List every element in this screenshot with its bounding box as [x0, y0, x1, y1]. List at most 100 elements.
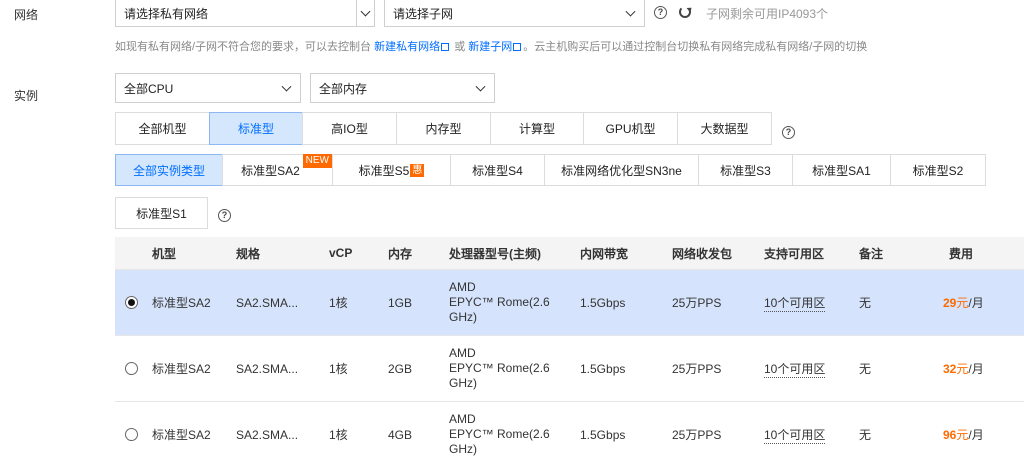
pps-cell: 25万PPS	[672, 296, 722, 310]
row-radio[interactable]	[125, 428, 138, 441]
tab-type-s2[interactable]: 标准型S2	[890, 154, 986, 186]
pps-cell: 25万PPS	[672, 428, 722, 442]
discount-badge: 惠	[410, 163, 425, 177]
price-value: 96	[943, 428, 957, 442]
tab-type-s4[interactable]: 标准型S4	[450, 154, 545, 186]
tab-label: 标准型	[237, 122, 274, 136]
price-period: /月	[968, 428, 984, 442]
chevron-down-icon	[475, 81, 486, 92]
external-link-icon	[441, 43, 450, 51]
bandwidth-cell: 1.5Gbps	[580, 295, 626, 310]
zone-link[interactable]: 10个可用区	[764, 294, 826, 312]
tab-label: 计算型	[518, 122, 555, 136]
tab-label: 标准型S4	[472, 163, 523, 178]
price-period: /月	[968, 296, 984, 310]
subnet-select-value: 请选择子网	[393, 6, 454, 21]
create-subnet-link[interactable]: 新建子网	[468, 41, 523, 53]
chevron-down-icon	[281, 81, 292, 92]
tab-label: 大数据型	[700, 122, 749, 136]
column-header: 处理器型号(主频)	[449, 246, 541, 261]
question-circle-icon[interactable]: ?	[218, 209, 231, 222]
external-link-icon	[513, 43, 522, 51]
column-header: 网络收发包	[672, 246, 733, 261]
table-scrollbar[interactable]	[1018, 266, 1024, 458]
hint-suffix: 。云主机购买后可以通过控制台切换私有网络完成私有网络/子网的切换	[523, 41, 868, 53]
processor-line: GHz)	[449, 376, 477, 390]
tab-label: 内存型	[425, 122, 462, 136]
processor-cell: AMD EPYC™ Rome(2.6 GHz)	[449, 346, 574, 391]
processor-line: EPYC™ Rome(2.6	[449, 295, 550, 309]
tab-family-standard[interactable]: 标准型	[209, 112, 303, 145]
tab-family-bigdata[interactable]: 大数据型	[677, 112, 772, 145]
tab-label: 全部实例类型	[132, 163, 205, 178]
new-badge: NEW	[302, 154, 332, 168]
column-header: 支持可用区	[764, 246, 825, 261]
hint-or: 或	[454, 41, 466, 53]
tab-family-gpu[interactable]: GPU机型	[583, 112, 678, 145]
cpu-select-value: 全部CPU	[124, 81, 174, 96]
vpc-select-value: 请选择私有网络	[124, 6, 209, 21]
vcpu-cell: 1核	[329, 362, 348, 376]
tab-type-sa2[interactable]: 标准型SA2 NEW	[222, 154, 333, 186]
network-label: 网络	[14, 8, 39, 22]
tab-label: 标准网络优化型SN3ne	[561, 163, 682, 178]
bandwidth-cell: 1.5Gbps	[580, 361, 626, 376]
processor-line: AMD	[449, 346, 476, 360]
create-vpc-link-text: 新建私有网络	[374, 41, 441, 53]
cpu-select[interactable]: 全部CPU	[115, 73, 301, 103]
tab-type-sa1[interactable]: 标准型SA1	[792, 154, 891, 186]
row-radio[interactable]	[125, 296, 138, 309]
question-circle-icon[interactable]: ?	[782, 126, 795, 139]
price-cell: 32元/月	[943, 360, 984, 377]
processor-line: GHz)	[449, 310, 477, 324]
column-header: 备注	[859, 246, 884, 261]
chevron-down-icon	[356, 0, 375, 27]
column-header: 机型	[152, 246, 177, 261]
note-cell: 无	[859, 428, 872, 442]
tab-type-s3[interactable]: 标准型S3	[698, 154, 793, 186]
spec-cell: SA2.SMA...	[236, 427, 299, 442]
note-cell: 无	[859, 362, 872, 376]
processor-cell: AMD EPYC™ Rome(2.6 GHz)	[449, 280, 574, 325]
model-cell: 标准型SA2	[152, 428, 211, 442]
tab-label: 标准型SA1	[812, 163, 871, 178]
tab-type-s1[interactable]: 标准型S1	[115, 197, 208, 229]
note-cell: 无	[859, 296, 872, 310]
processor-line: AMD	[449, 280, 476, 294]
instance-table: 机型 规格 vCP 内存 处理器型号(主频) 内网带宽 网络收发包 支持可用区 …	[115, 237, 1024, 458]
processor-line: GHz)	[449, 442, 477, 456]
tab-label: 标准型S5	[358, 163, 410, 178]
tab-type-s5[interactable]: 标准型S5 惠	[332, 154, 451, 186]
tab-family-memory[interactable]: 内存型	[396, 112, 491, 145]
table-row[interactable]: 标准型SA2 SA2.SMA... 1核 1GB AMD EPYC™ Rome(…	[115, 270, 1024, 336]
refresh-icon[interactable]	[679, 6, 691, 18]
table-row[interactable]: 标准型SA2 SA2.SMA... 1核 2GB AMD EPYC™ Rome(…	[115, 336, 1024, 402]
zone-link[interactable]: 10个可用区	[764, 426, 826, 444]
create-vpc-link[interactable]: 新建私有网络	[374, 41, 451, 53]
processor-line: EPYC™ Rome(2.6	[449, 361, 550, 375]
price-period: /月	[968, 362, 984, 376]
tab-label: 高IO型	[331, 122, 368, 136]
vcpu-cell: 1核	[329, 296, 348, 310]
tab-family-compute[interactable]: 计算型	[490, 112, 584, 145]
question-circle-icon[interactable]: ?	[654, 6, 667, 19]
tab-type-sn3ne[interactable]: 标准网络优化型SN3ne	[544, 154, 699, 186]
model-cell: 标准型SA2	[152, 362, 211, 376]
memory-cell: 4GB	[388, 427, 413, 442]
tab-label: 标准型S3	[720, 163, 771, 178]
table-row[interactable]: 标准型SA2 SA2.SMA... 1核 4GB AMD EPYC™ Rome(…	[115, 402, 1024, 458]
vpc-select[interactable]: 请选择私有网络	[115, 0, 375, 27]
tab-family-all[interactable]: 全部机型	[115, 112, 210, 145]
memory-select-value: 全部内存	[319, 81, 368, 96]
subnet-select[interactable]: 请选择子网	[384, 0, 645, 27]
price-value: 29	[943, 296, 957, 310]
tab-label: 标准型S1	[136, 206, 187, 221]
processor-cell: AMD EPYC™ Rome(2.6 GHz)	[449, 412, 574, 457]
hint-text: 如现有私有网络/子网不符合您的要求，可以去控制台	[115, 41, 372, 53]
tab-type-all[interactable]: 全部实例类型	[115, 154, 223, 186]
zone-link[interactable]: 10个可用区	[764, 360, 826, 378]
tab-family-highio[interactable]: 高IO型	[302, 112, 397, 145]
memory-cell: 1GB	[388, 295, 413, 310]
row-radio[interactable]	[125, 362, 138, 375]
memory-select[interactable]: 全部内存	[310, 73, 495, 103]
